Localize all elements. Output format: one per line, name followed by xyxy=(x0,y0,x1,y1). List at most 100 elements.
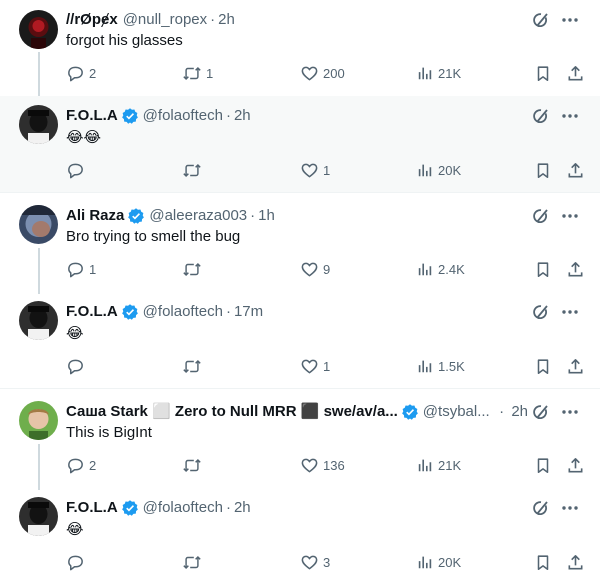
retweet-button[interactable] xyxy=(182,551,206,573)
grok-icon[interactable] xyxy=(528,9,556,31)
reply-button[interactable]: 2 xyxy=(66,62,96,84)
grok-icon[interactable] xyxy=(528,497,556,519)
bookmark-button[interactable] xyxy=(534,454,552,476)
tweet-text: 😂 xyxy=(66,520,84,538)
retweet-button[interactable]: 1 xyxy=(182,62,213,84)
like-button[interactable]: 3 xyxy=(300,551,330,573)
heart-icon xyxy=(301,555,318,569)
bookmark-button[interactable] xyxy=(534,159,552,181)
timestamp[interactable]: 17m xyxy=(234,302,263,322)
reply-button[interactable] xyxy=(66,355,89,377)
timestamp[interactable]: 2h xyxy=(234,106,251,126)
heart-icon xyxy=(301,163,318,177)
reply-button[interactable] xyxy=(66,551,89,573)
user-handle[interactable]: @tsybal... xyxy=(423,402,490,422)
tweet[interactable]: //rØpɇx @null_ropex · 2h forgot his glas… xyxy=(0,0,600,96)
bookmark-button[interactable] xyxy=(534,551,552,573)
like-button[interactable]: 200 xyxy=(300,62,345,84)
views-button[interactable]: 20K xyxy=(416,159,461,181)
share-button[interactable] xyxy=(566,62,585,84)
retweet-button[interactable] xyxy=(182,159,206,181)
display-name[interactable]: F.O.L.A xyxy=(66,498,118,518)
reply-button[interactable]: 2 xyxy=(66,454,96,476)
avatar[interactable] xyxy=(19,105,58,144)
divider xyxy=(0,192,600,193)
tweet[interactable]: F.O.L.A @folaoftech · 17m 😂 1 1.5K xyxy=(0,292,600,388)
like-button[interactable]: 1 xyxy=(300,159,330,181)
timestamp[interactable]: 1h xyxy=(258,206,275,226)
separator-dot: · xyxy=(250,207,256,224)
display-name[interactable]: //rØpɇx xyxy=(66,10,118,30)
retweet-icon xyxy=(183,458,201,472)
like-button[interactable]: 1 xyxy=(300,355,330,377)
more-icon[interactable] xyxy=(556,497,584,519)
tweet-text: Bro trying to smell the bug xyxy=(66,228,241,245)
more-icon[interactable] xyxy=(556,401,584,423)
user-handle[interactable]: @folaoftech xyxy=(143,498,223,518)
tweet[interactable]: F.O.L.A @folaoftech · 2h 😂😂 1 20K xyxy=(0,96,600,192)
verified-badge-icon xyxy=(121,499,139,517)
views-button[interactable]: 21K xyxy=(416,454,461,476)
timestamp[interactable]: 2h xyxy=(218,10,235,30)
more-icon[interactable] xyxy=(556,9,584,31)
more-icon[interactable] xyxy=(556,105,584,127)
avatar[interactable] xyxy=(19,401,58,440)
views-count: 2.4K xyxy=(438,261,465,277)
avatar[interactable] xyxy=(19,301,58,340)
share-button[interactable] xyxy=(566,454,585,476)
share-button[interactable] xyxy=(566,159,585,181)
tweet-top-icons xyxy=(528,401,584,423)
bookmark-button[interactable] xyxy=(534,62,552,84)
tweet[interactable]: F.O.L.A @folaoftech · 2h 😂 3 20K xyxy=(0,488,600,582)
display-name[interactable]: Ali Raza xyxy=(66,206,124,226)
user-handle[interactable]: @folaoftech xyxy=(143,302,223,322)
reply-button[interactable] xyxy=(66,159,89,181)
reply-icon xyxy=(68,262,83,277)
share-icon xyxy=(568,65,583,80)
avatar[interactable] xyxy=(19,10,58,49)
user-handle[interactable]: @null_ropex xyxy=(123,10,207,30)
views-button[interactable]: 21K xyxy=(416,62,461,84)
timestamp-group: · 2h xyxy=(496,402,528,422)
timestamp[interactable]: 2h xyxy=(511,403,528,420)
bookmark-icon xyxy=(537,457,549,473)
more-icon[interactable] xyxy=(556,205,584,227)
retweet-button[interactable] xyxy=(182,355,206,377)
retweet-icon xyxy=(183,163,201,177)
share-button[interactable] xyxy=(566,551,585,573)
like-count: 1 xyxy=(323,358,331,374)
bookmark-button[interactable] xyxy=(534,355,552,377)
display-name[interactable]: F.O.L.A xyxy=(66,302,118,322)
views-button[interactable]: 2.4K xyxy=(416,258,465,280)
retweet-button[interactable] xyxy=(182,454,206,476)
tweet[interactable]: Саша Stark ⬜ Zero to Null MRR ⬛ swe/av/a… xyxy=(0,392,600,488)
views-button[interactable]: 1.5K xyxy=(416,355,465,377)
more-icon[interactable] xyxy=(556,301,584,323)
reply-button[interactable]: 1 xyxy=(66,258,96,280)
bookmark-button[interactable] xyxy=(534,258,552,280)
grok-icon[interactable] xyxy=(528,205,556,227)
tweet-top-icons xyxy=(528,497,584,519)
grok-icon[interactable] xyxy=(528,401,556,423)
display-name[interactable]: F.O.L.A xyxy=(66,106,118,126)
heart-icon xyxy=(301,66,318,80)
timestamp[interactable]: 2h xyxy=(234,498,251,518)
grok-icon[interactable] xyxy=(528,105,556,127)
tweet[interactable]: Ali Raza @aleeraza003 · 1h Bro trying to… xyxy=(0,196,600,292)
display-name[interactable]: Саша Stark ⬜ Zero to Null MRR ⬛ swe/av/a… xyxy=(66,402,398,422)
share-button[interactable] xyxy=(566,258,585,280)
like-button[interactable]: 136 xyxy=(300,454,345,476)
views-button[interactable]: 20K xyxy=(416,551,461,573)
user-handle[interactable]: @aleeraza003 xyxy=(149,206,247,226)
grok-icon[interactable] xyxy=(528,301,556,323)
avatar[interactable] xyxy=(19,205,58,244)
share-button[interactable] xyxy=(566,355,585,377)
user-handle[interactable]: @folaoftech xyxy=(143,106,223,126)
tweet-top-icons xyxy=(528,205,584,227)
retweet-button[interactable] xyxy=(182,258,206,280)
separator-dot: · xyxy=(225,107,231,124)
avatar[interactable] xyxy=(19,497,58,536)
tweet-header: F.O.L.A @folaoftech · 17m xyxy=(66,302,520,322)
like-button[interactable]: 9 xyxy=(300,258,330,280)
tweet-actions: 1 20K xyxy=(60,159,588,181)
